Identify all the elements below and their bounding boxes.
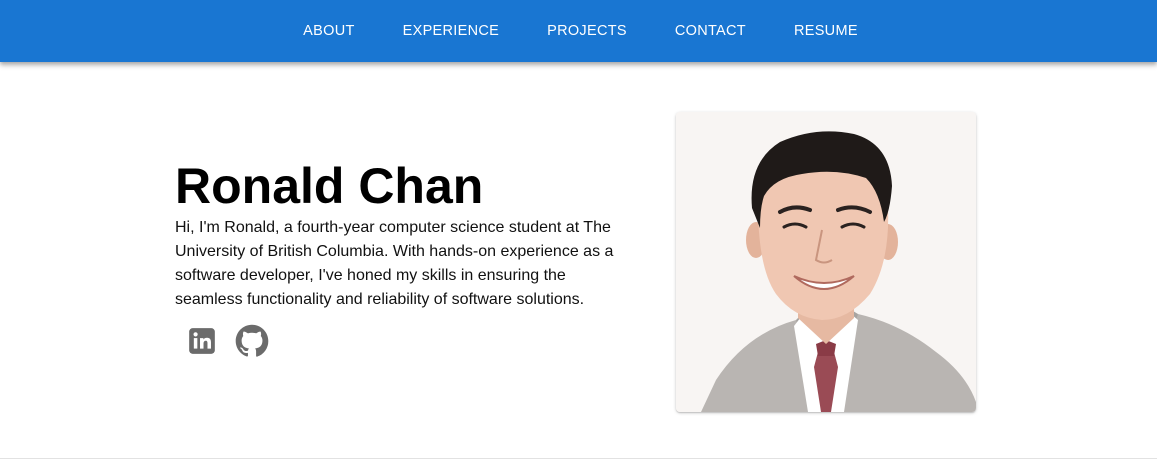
portrait-image xyxy=(676,112,976,412)
intro-block: Ronald Chan Hi, I'm Ronald, a fourth-yea… xyxy=(175,158,635,358)
linkedin-button[interactable] xyxy=(185,324,219,358)
nav-resume-link[interactable]: RESUME xyxy=(770,17,882,45)
social-links xyxy=(175,324,635,358)
bio-text: Hi, I'm Ronald, a fourth-year computer s… xyxy=(175,219,614,308)
profile-photo xyxy=(676,112,976,412)
nav-contact-link[interactable]: CONTACT xyxy=(651,17,770,45)
section-divider xyxy=(0,458,1157,459)
top-navbar: ABOUT EXPERIENCE PROJECTS CONTACT RESUME xyxy=(0,0,1157,62)
github-icon xyxy=(235,324,269,357)
nav-links: ABOUT EXPERIENCE PROJECTS CONTACT RESUME xyxy=(279,17,882,45)
linkedin-icon xyxy=(189,328,215,354)
about-section: Ronald Chan Hi, I'm Ronald, a fourth-yea… xyxy=(0,62,1157,458)
page-title: Ronald Chan xyxy=(175,158,484,214)
nav-projects-link[interactable]: PROJECTS xyxy=(523,17,651,45)
nav-experience-link[interactable]: EXPERIENCE xyxy=(379,17,523,45)
nav-about-link[interactable]: ABOUT xyxy=(279,17,378,45)
github-button[interactable] xyxy=(235,324,269,358)
